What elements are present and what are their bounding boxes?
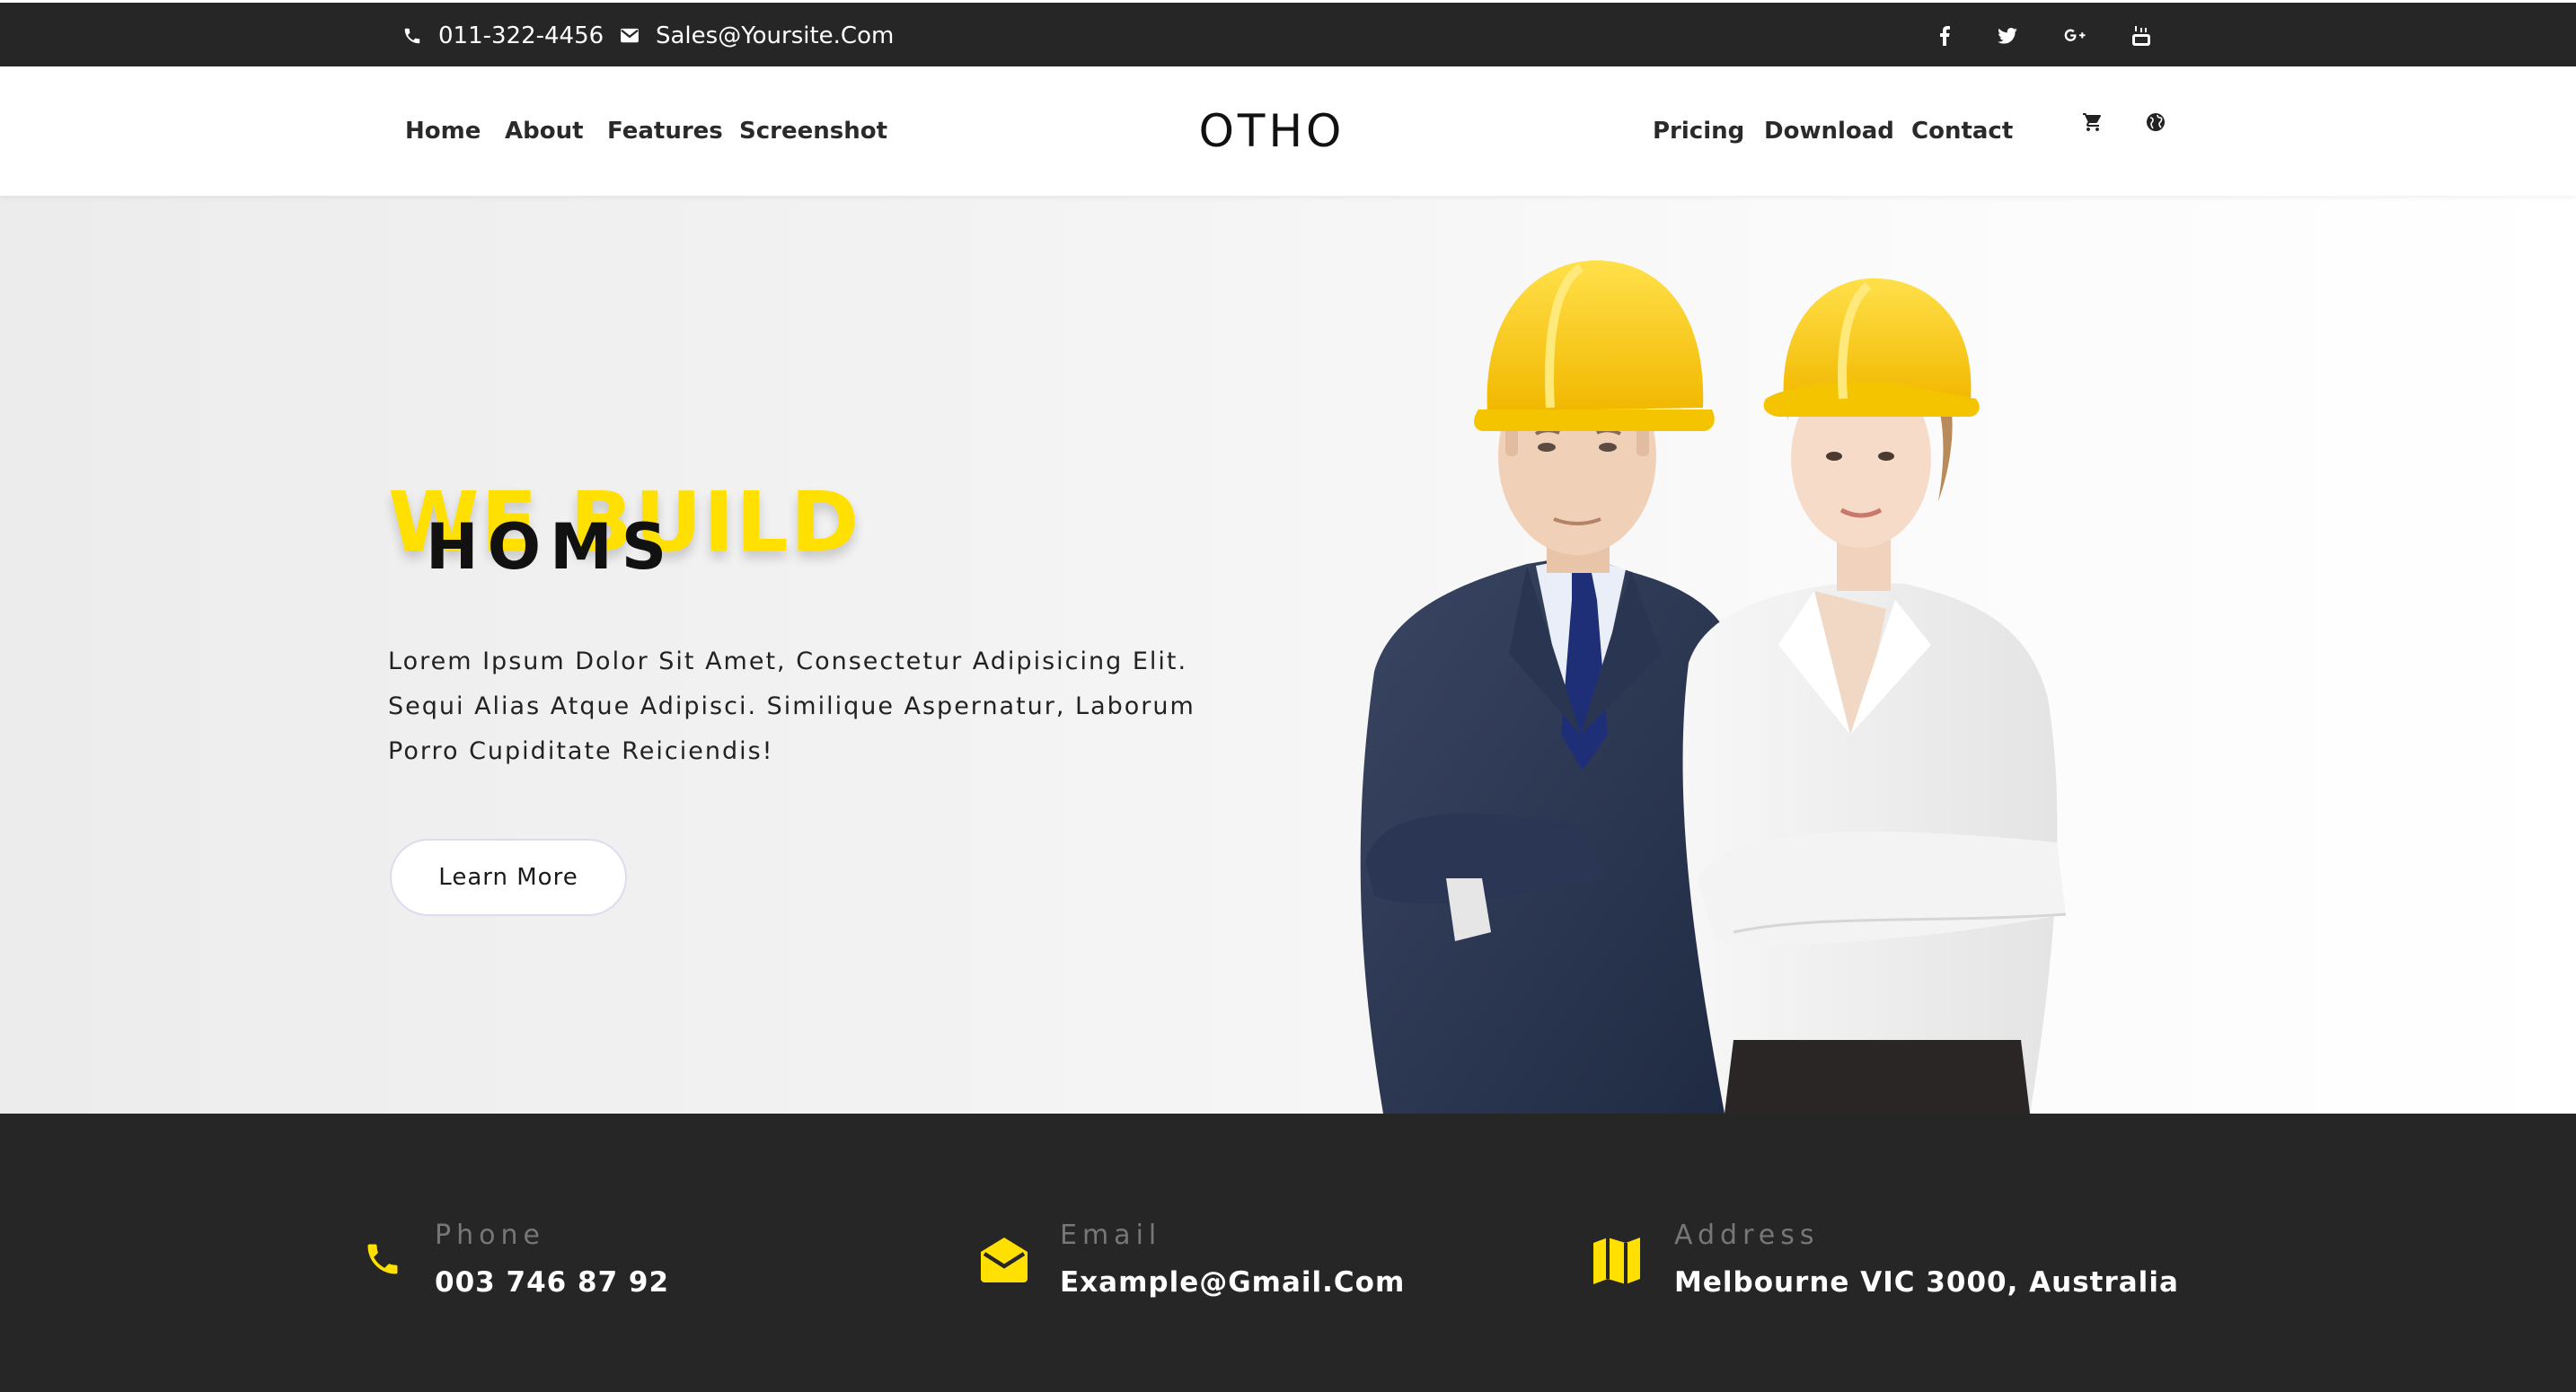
main-nav: Home About Features Screenshot OTHO Pric… bbox=[0, 66, 2576, 196]
hero-photo bbox=[1360, 260, 2067, 1114]
address-value[interactable]: Melbourne VIC 3000, Australia bbox=[1674, 1266, 2179, 1299]
youtube-icon[interactable] bbox=[2123, 3, 2159, 69]
address-label: Address bbox=[1674, 1220, 1820, 1251]
mail-icon bbox=[621, 28, 639, 43]
topbar-email-text: Sales@Yoursite.Com bbox=[656, 22, 895, 49]
topbar-phone[interactable]: 011-322-4456 bbox=[402, 3, 604, 69]
phone-label: Phone bbox=[435, 1220, 545, 1251]
email-label: Email bbox=[1060, 1220, 1162, 1251]
envelope-open-icon bbox=[981, 1238, 1028, 1282]
nav-download[interactable]: Download bbox=[1764, 66, 1894, 196]
topbar-phone-text: 011-322-4456 bbox=[438, 22, 604, 49]
topbar-email[interactable]: Sales@Yoursite.Com bbox=[620, 3, 894, 69]
contact-info-strip: Phone 003 746 87 92 Email Example@Gmail.… bbox=[0, 1114, 2576, 1392]
learn-more-button[interactable]: Learn More bbox=[390, 839, 627, 916]
nav-pricing[interactable]: Pricing bbox=[1653, 66, 1744, 196]
facebook-icon[interactable] bbox=[1927, 3, 1963, 69]
email-value[interactable]: Example@Gmail.Com bbox=[1060, 1266, 1405, 1299]
hero-description: Lorem Ipsum Dolor Sit Amet, Consectetur … bbox=[388, 648, 1195, 765]
twitter-icon[interactable] bbox=[1989, 3, 2025, 69]
cart-icon[interactable] bbox=[2077, 106, 2109, 138]
hero-section: WE BUILD HOMS Lorem Ipsum Dolor Sit Amet… bbox=[0, 196, 2576, 1114]
google-plus-icon[interactable] bbox=[2057, 3, 2093, 69]
hero-headline: HOMS bbox=[426, 510, 676, 584]
phone-icon bbox=[404, 28, 420, 44]
nav-contact[interactable]: Contact bbox=[1911, 66, 2013, 196]
phone-icon bbox=[367, 1244, 398, 1274]
map-icon bbox=[1593, 1238, 1640, 1284]
phone-value[interactable]: 003 746 87 92 bbox=[435, 1266, 669, 1299]
globe-icon[interactable] bbox=[2139, 106, 2172, 138]
top-bar: 011-322-4456 Sales@Yoursite.Com bbox=[0, 0, 2576, 66]
